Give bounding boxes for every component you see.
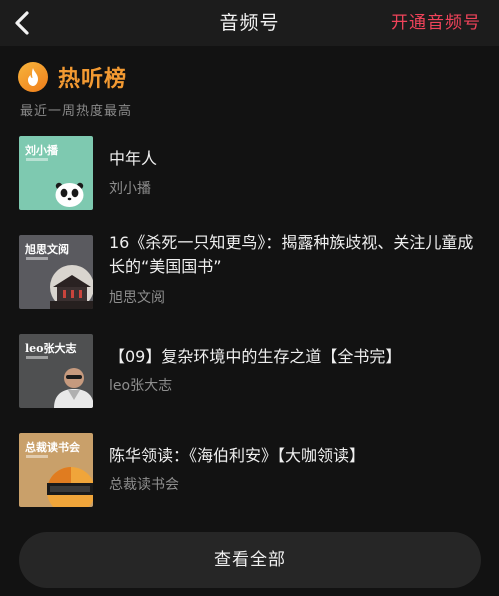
panda-icon — [55, 182, 84, 207]
item-title: 16《杀死一只知更鸟》：揭露种族歧视、关注儿童成长的“美国国书” — [109, 233, 474, 276]
logo-illustration — [47, 467, 93, 507]
cover-image: 刘小播 — [19, 136, 93, 210]
section-title: 热听榜 — [58, 67, 128, 92]
view-all-button[interactable]: 查看全部 — [19, 532, 481, 588]
section-subtitle: 最近一周热度最高 — [20, 104, 133, 119]
cover-image: 旭思文阅 — [19, 235, 93, 309]
item-title: 中年人 — [109, 149, 158, 168]
item-author: 刘小播 — [109, 181, 151, 197]
person-photo — [54, 368, 93, 408]
flame-icon — [18, 62, 48, 92]
cover-image: 总裁读书会 — [19, 433, 93, 507]
list-item[interactable]: 刘小播 中年人 刘小播 — [0, 132, 499, 214]
cover-image: leo张大志 — [19, 334, 93, 408]
section-header: 热听榜 — [18, 60, 127, 94]
item-author: leo张大志 — [109, 378, 173, 394]
pagoda-illustration — [50, 265, 93, 309]
item-title: 【09】复杂环境中的生存之道【全书完】 — [109, 347, 402, 366]
list-item[interactable]: 旭思文阅 16《杀死一只知更鸟》：揭露种族歧视、关注儿童成长的“美国国书” 旭思… — [0, 231, 499, 313]
item-author: 总裁读书会 — [109, 477, 179, 493]
list-item[interactable]: leo张大志 【09】复杂环境中的生存之道【全书完】 leo张大志 — [0, 330, 499, 412]
top-bar: 音频号 开通音频号 — [0, 0, 499, 46]
item-title: 陈华领读：《海伯利安》【大咖领读】 — [109, 446, 366, 465]
item-author: 旭思文阅 — [109, 290, 165, 306]
list-item[interactable]: 总裁读书会 陈华领读：《海伯利安》【大咖领读】 总裁读书会 — [0, 429, 499, 511]
open-audio-account-button[interactable]: 开通音频号 — [391, 0, 481, 46]
